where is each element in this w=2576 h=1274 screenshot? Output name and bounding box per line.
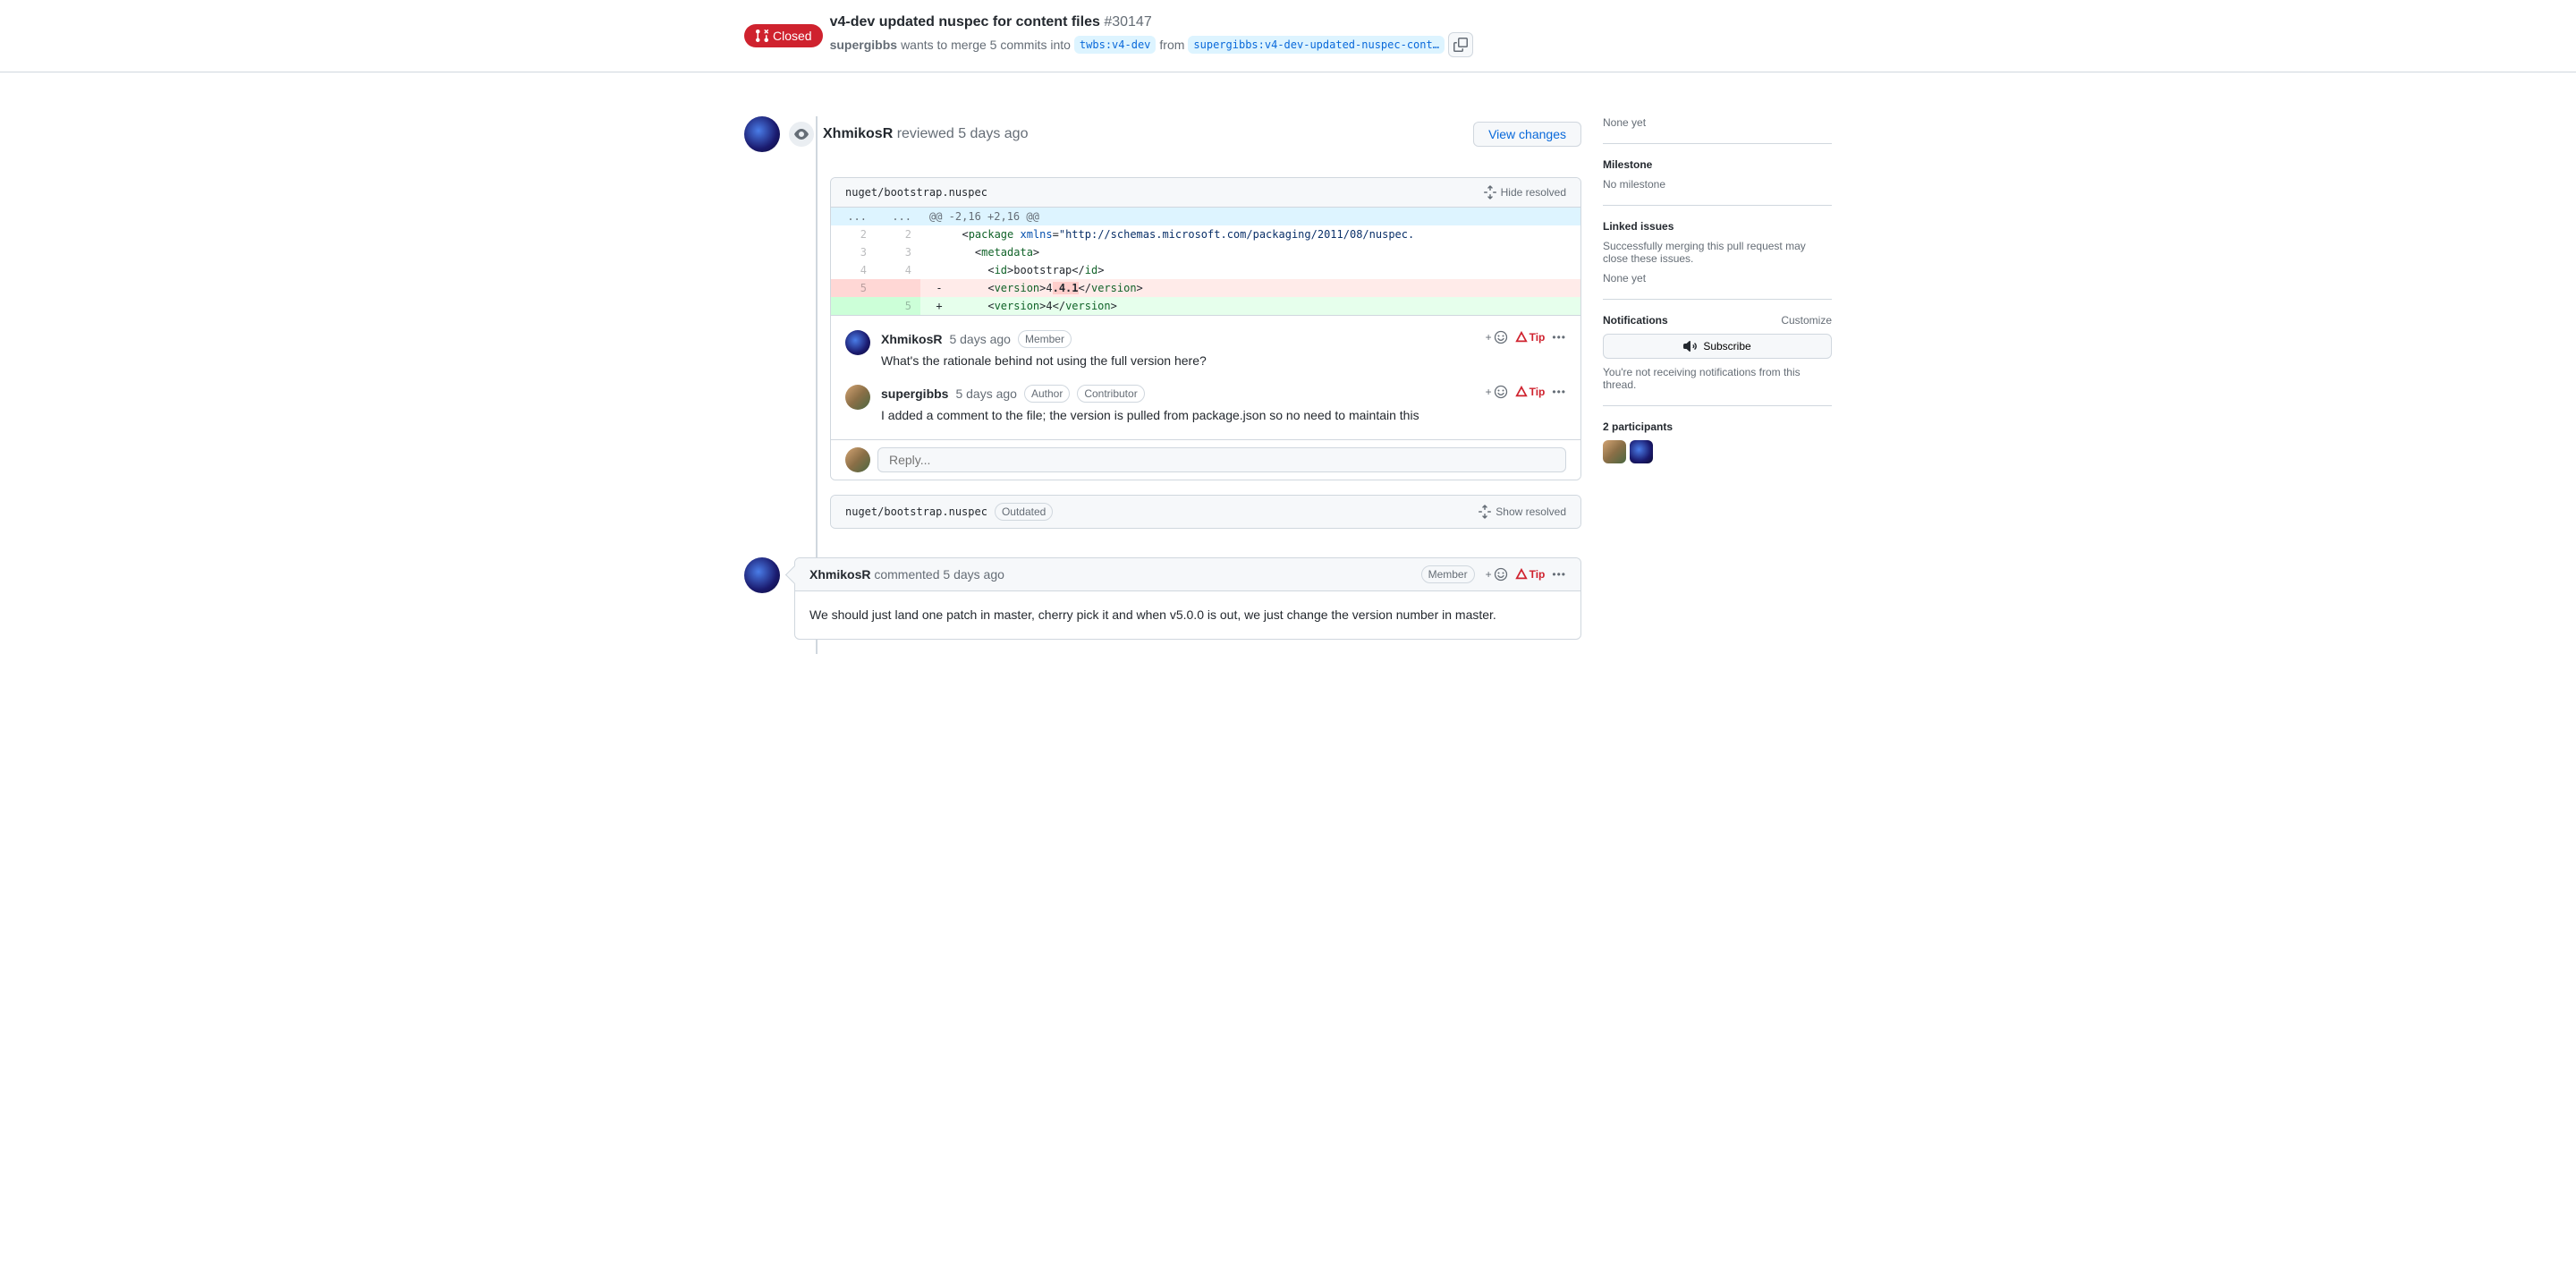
review-eye-badge	[787, 120, 816, 149]
role-badge: Contributor	[1077, 385, 1144, 403]
participant-avatar[interactable]	[1603, 440, 1626, 463]
diff-line[interactable]: 5- <version>4.4.1</version>	[831, 279, 1580, 297]
member-badge: Member	[1421, 565, 1475, 583]
triangle-icon	[1515, 568, 1528, 581]
comment-text: What's the rationale behind not using th…	[881, 352, 1566, 370]
milestone-value: No milestone	[1603, 178, 1832, 191]
add-reaction-button[interactable]: +	[1486, 385, 1508, 399]
review-file-box: nuget/bootstrap.nuspec Hide resolved ...…	[830, 177, 1581, 480]
notifications-desc: You're not receiving notifications from …	[1603, 366, 1832, 391]
pr-state-text: Closed	[773, 29, 812, 43]
unmute-icon	[1683, 339, 1698, 353]
notifications-heading: Notifications	[1603, 314, 1668, 327]
diff-line[interactable]: 44 <id>bootstrap</id>	[831, 261, 1580, 279]
outdated-file-box: nuget/bootstrap.nuspec Outdated Show res…	[830, 495, 1581, 529]
base-branch[interactable]: twbs:v4-dev	[1074, 36, 1156, 54]
copy-icon	[1453, 38, 1468, 52]
triangle-icon	[1515, 386, 1528, 398]
git-pull-request-closed-icon	[755, 29, 769, 43]
hunk-header: @@ -2,16 +2,16 @@	[920, 208, 1580, 225]
comment-avatar[interactable]	[845, 330, 870, 355]
diff-line[interactable]: 5+ <version>4</version>	[831, 297, 1580, 315]
pr-number: #30147	[1104, 14, 1151, 30]
review-comment: supergibbs 5 days ago Author Contributor…	[845, 378, 1566, 432]
commenter-avatar[interactable]	[744, 557, 780, 593]
tip-button[interactable]: Tip	[1515, 331, 1546, 344]
reviewer-avatar[interactable]	[744, 116, 780, 152]
pr-state-badge: Closed	[744, 24, 823, 47]
commenter-link[interactable]: XhmikosR	[809, 567, 870, 582]
triangle-icon	[1515, 331, 1528, 344]
diff-table: ......@@ -2,16 +2,16 @@ 22 <package xmln…	[831, 208, 1580, 315]
add-reaction-button[interactable]: +	[1486, 330, 1508, 344]
review-time[interactable]: 5 days ago	[958, 126, 1028, 141]
file-path-link[interactable]: nuget/bootstrap.nuspec	[845, 186, 987, 199]
linked-issues-heading[interactable]: Linked issues	[1603, 220, 1832, 233]
comment-body: We should just land one patch in master,…	[795, 591, 1580, 639]
subscribe-button[interactable]: Subscribe	[1603, 334, 1832, 359]
conversation-timeline: XhmikosR reviewed 5 days ago View change…	[744, 116, 1581, 654]
sidebar-none-yet: None yet	[1603, 116, 1832, 129]
hide-resolved-button[interactable]: Hide resolved	[1483, 185, 1566, 200]
comment-text: I added a comment to the file; the versi…	[881, 406, 1566, 425]
tip-button[interactable]: Tip	[1515, 568, 1546, 581]
participant-avatar[interactable]	[1630, 440, 1653, 463]
role-badge: Member	[1018, 330, 1072, 348]
head-branch[interactable]: supergibbs:v4-dev-updated-nuspec-cont…	[1188, 36, 1445, 54]
comment-menu-button[interactable]: •••	[1552, 568, 1566, 581]
sticky-header: Closed v4-dev updated nuspec for content…	[0, 0, 2576, 72]
role-badge: Author	[1024, 385, 1070, 403]
linked-issues-value: None yet	[1603, 272, 1832, 285]
customize-link[interactable]: Customize	[1781, 314, 1832, 327]
diff-line[interactable]: 33 <metadata>	[831, 243, 1580, 261]
sidebar: None yet Milestone No milestone Linked i…	[1603, 116, 1832, 654]
timeline-comment-bubble: XhmikosR commented 5 days ago Member + T…	[794, 557, 1581, 640]
smiley-icon	[1494, 567, 1508, 582]
participants-heading: 2 participants	[1603, 420, 1832, 433]
tip-button[interactable]: Tip	[1515, 386, 1546, 398]
reply-input[interactable]	[877, 447, 1566, 472]
copy-branch-button[interactable]	[1448, 32, 1473, 57]
diff-line[interactable]: 22 <package xmlns="http://schemas.micros…	[831, 225, 1580, 243]
comment-avatar[interactable]	[845, 385, 870, 410]
comment-time[interactable]: 5 days ago	[955, 386, 1017, 401]
pr-author[interactable]: supergibbs	[830, 38, 897, 52]
smiley-icon	[1494, 330, 1508, 344]
comment-author-link[interactable]: XhmikosR	[881, 332, 942, 346]
reviewer-link[interactable]: XhmikosR	[823, 126, 893, 141]
current-user-avatar[interactable]	[845, 447, 870, 472]
comment-time[interactable]: 5 days ago	[943, 567, 1004, 582]
comment-time[interactable]: 5 days ago	[949, 332, 1011, 346]
comment-menu-button[interactable]: •••	[1552, 331, 1566, 344]
eye-icon	[794, 127, 809, 141]
comment-author-link[interactable]: supergibbs	[881, 386, 948, 401]
smiley-icon	[1494, 385, 1508, 399]
show-resolved-button[interactable]: Show resolved	[1478, 505, 1566, 519]
linked-issues-desc: Successfully merging this pull request m…	[1603, 240, 1832, 265]
add-reaction-button[interactable]: +	[1486, 567, 1508, 582]
milestone-heading[interactable]: Milestone	[1603, 158, 1832, 171]
outdated-file-path[interactable]: nuget/bootstrap.nuspec	[845, 505, 987, 518]
unfold-icon	[1478, 505, 1492, 519]
pr-title[interactable]: v4-dev updated nuspec for content files	[830, 14, 1100, 30]
outdated-label: Outdated	[995, 503, 1053, 521]
review-comment: XhmikosR 5 days ago Member What's the ra…	[845, 323, 1566, 378]
pr-meta-row: supergibbs wants to merge 5 commits into…	[830, 32, 1473, 57]
comment-menu-button[interactable]: •••	[1552, 386, 1566, 398]
unfold-icon	[1483, 185, 1497, 200]
view-changes-button[interactable]: View changes	[1473, 122, 1581, 147]
